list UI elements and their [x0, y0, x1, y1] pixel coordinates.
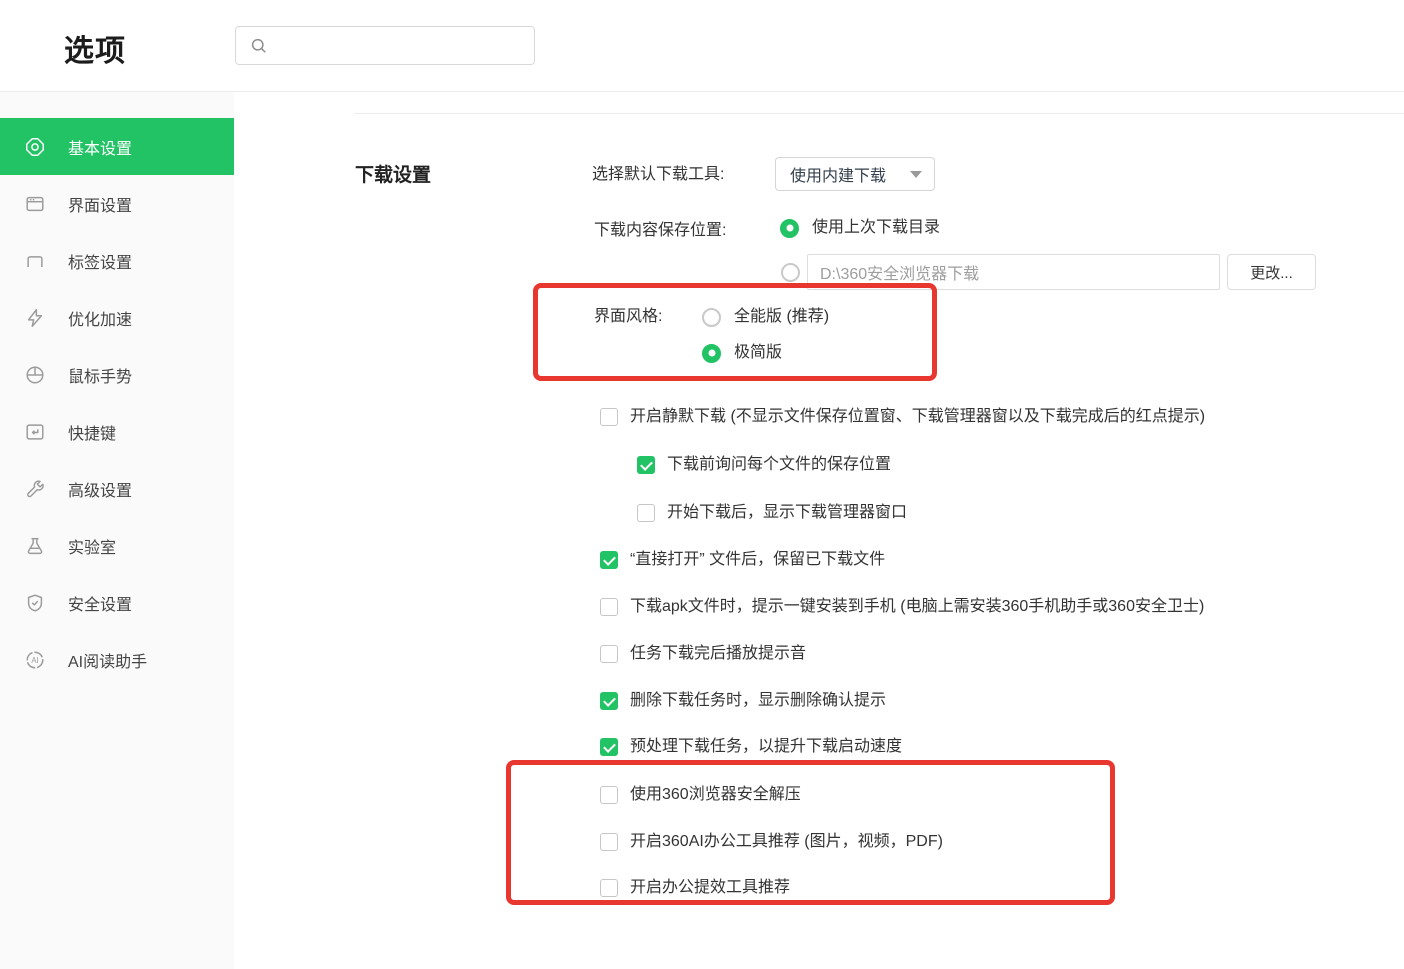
search-input[interactable] — [269, 27, 534, 64]
checkbox-label: 下载前询问每个文件的保存位置 — [667, 454, 891, 476]
checkbox-preprocess-tasks[interactable]: 预处理下载任务，以提升下载启动速度 — [600, 736, 902, 758]
checkbox[interactable] — [600, 692, 618, 710]
sidebar-item-optimize[interactable]: 优化加速 — [0, 289, 234, 346]
download-path-input[interactable] — [807, 254, 1220, 290]
checkbox-silent-download[interactable]: 开启静默下载 (不显示文件保存位置窗、下载管理器窗以及下载完成后的红点提示) — [600, 406, 1205, 428]
keyboard-icon — [24, 421, 46, 443]
sidebar-item-label: AI阅读助手 — [68, 648, 147, 672]
checkbox[interactable] — [600, 645, 618, 663]
mouse-icon — [24, 364, 46, 386]
default-tool-label: 选择默认下载工具: — [592, 164, 724, 186]
sidebar-item-advanced[interactable]: 高级设置 — [0, 460, 234, 517]
save-location-label: 下载内容保存位置: — [594, 220, 726, 242]
checkbox[interactable] — [600, 833, 618, 851]
content-divider — [354, 113, 1404, 114]
sidebar-item-security[interactable]: 安全设置 — [0, 574, 234, 631]
sidebar-item-label: 实验室 — [68, 534, 116, 558]
checkbox-keep-opened-files[interactable]: “直接打开” 文件后，保留已下载文件 — [600, 549, 885, 571]
checkbox-label: 开始下载后，显示下载管理器窗口 — [667, 502, 907, 524]
sidebar-item-ui-settings[interactable]: 界面设置 — [0, 175, 234, 232]
radio-option-last-dir[interactable]: 使用上次下载目录 — [780, 217, 940, 239]
flask-icon — [24, 535, 46, 557]
change-path-button[interactable]: 更改... — [1227, 254, 1316, 290]
annotation-box-ui-style — [533, 283, 937, 381]
sidebar-item-label: 安全设置 — [68, 591, 132, 615]
ai-icon: AI — [24, 649, 46, 671]
checkbox-label: 任务下载完后播放提示音 — [630, 643, 806, 665]
checkbox-label: 开启360AI办公工具推荐 (图片，视频，PDF) — [630, 831, 943, 853]
page-title: 选项 — [64, 26, 126, 70]
checkbox-safe-unzip[interactable]: 使用360浏览器安全解压 — [600, 784, 801, 806]
wrench-icon — [24, 478, 46, 500]
sidebar-item-ai-reader[interactable]: AI AI阅读助手 — [0, 631, 234, 688]
radio-label: 全能版 (推荐) — [734, 306, 829, 328]
checkbox-show-manager-after-start[interactable]: 开始下载后，显示下载管理器窗口 — [637, 502, 907, 524]
lightning-icon — [24, 307, 46, 329]
options-page: 选项 基本设置 界面设置 标签设置 — [0, 0, 1404, 969]
checkbox[interactable] — [637, 456, 655, 474]
header: 选项 — [0, 0, 1404, 92]
checkbox-ai-office-tools[interactable]: 开启360AI办公工具推荐 (图片，视频，PDF) — [600, 831, 943, 853]
checkbox[interactable] — [600, 598, 618, 616]
sidebar-item-label: 界面设置 — [68, 192, 132, 216]
radio-button[interactable] — [781, 263, 800, 282]
sidebar-item-label: 基本设置 — [68, 135, 132, 159]
checkbox-label: 下载apk文件时，提示一键安装到手机 (电脑上需安装360手机助手或360安全卫… — [630, 596, 1204, 618]
checkbox-apk-install-prompt[interactable]: 下载apk文件时，提示一键安装到手机 (电脑上需安装360手机助手或360安全卫… — [600, 596, 1204, 618]
chevron-down-icon — [910, 171, 922, 178]
sidebar-item-lab[interactable]: 实验室 — [0, 517, 234, 574]
sidebar-item-basic-settings[interactable]: 基本设置 — [0, 118, 234, 175]
checkbox-delete-confirm[interactable]: 删除下载任务时，显示删除确认提示 — [600, 690, 886, 712]
checkbox[interactable] — [600, 408, 618, 426]
checkbox-ask-save-location[interactable]: 下载前询问每个文件的保存位置 — [637, 454, 891, 476]
sidebar-item-label: 优化加速 — [68, 306, 132, 330]
dropdown-selected-value: 使用内建下载 — [790, 162, 910, 186]
settings-icon — [24, 136, 46, 158]
checkbox[interactable] — [600, 551, 618, 569]
checkbox-office-efficiency-tools[interactable]: 开启办公提效工具推荐 — [600, 877, 790, 899]
section-title-download-settings: 下载设置 — [355, 160, 431, 187]
radio-label: 使用上次下载目录 — [812, 217, 940, 239]
shield-icon — [24, 592, 46, 614]
sidebar: 基本设置 界面设置 标签设置 优化加速 鼠标手势 — [0, 92, 234, 969]
radio-button[interactable] — [702, 344, 721, 363]
sidebar-item-shortcuts[interactable]: 快捷键 — [0, 403, 234, 460]
radio-button[interactable] — [780, 219, 799, 238]
default-tool-dropdown[interactable]: 使用内建下载 — [775, 157, 935, 191]
checkbox-label: 开启静默下载 (不显示文件保存位置窗、下载管理器窗以及下载完成后的红点提示) — [630, 406, 1205, 428]
sidebar-item-label: 鼠标手势 — [68, 363, 132, 387]
checkbox[interactable] — [600, 738, 618, 756]
checkbox-label: 预处理下载任务，以提升下载启动速度 — [630, 736, 902, 758]
tab-icon — [24, 250, 46, 272]
ui-style-label: 界面风格: — [594, 306, 662, 328]
radio-label: 极简版 — [734, 342, 782, 364]
checkbox[interactable] — [600, 786, 618, 804]
svg-text:AI: AI — [31, 655, 38, 664]
checkbox[interactable] — [637, 504, 655, 522]
radio-option-minimal-version[interactable]: 极简版 — [702, 342, 782, 364]
search-icon — [249, 36, 269, 56]
checkbox[interactable] — [600, 879, 618, 897]
radio-button[interactable] — [702, 308, 721, 327]
sidebar-item-tab-settings[interactable]: 标签设置 — [0, 232, 234, 289]
checkbox-label: “直接打开” 文件后，保留已下载文件 — [630, 549, 885, 571]
sidebar-item-mouse-gesture[interactable]: 鼠标手势 — [0, 346, 234, 403]
sidebar-item-label: 高级设置 — [68, 477, 132, 501]
sidebar-item-label: 快捷键 — [68, 420, 116, 444]
checkbox-label: 使用360浏览器安全解压 — [630, 784, 801, 806]
checkbox-play-sound[interactable]: 任务下载完后播放提示音 — [600, 643, 806, 665]
window-icon — [24, 193, 46, 215]
radio-option-custom-dir: 更改... — [781, 254, 1316, 290]
search-box[interactable] — [235, 26, 535, 65]
radio-option-full-version[interactable]: 全能版 (推荐) — [702, 306, 829, 328]
checkbox-label: 开启办公提效工具推荐 — [630, 877, 790, 899]
sidebar-item-label: 标签设置 — [68, 249, 132, 273]
checkbox-label: 删除下载任务时，显示删除确认提示 — [630, 690, 886, 712]
